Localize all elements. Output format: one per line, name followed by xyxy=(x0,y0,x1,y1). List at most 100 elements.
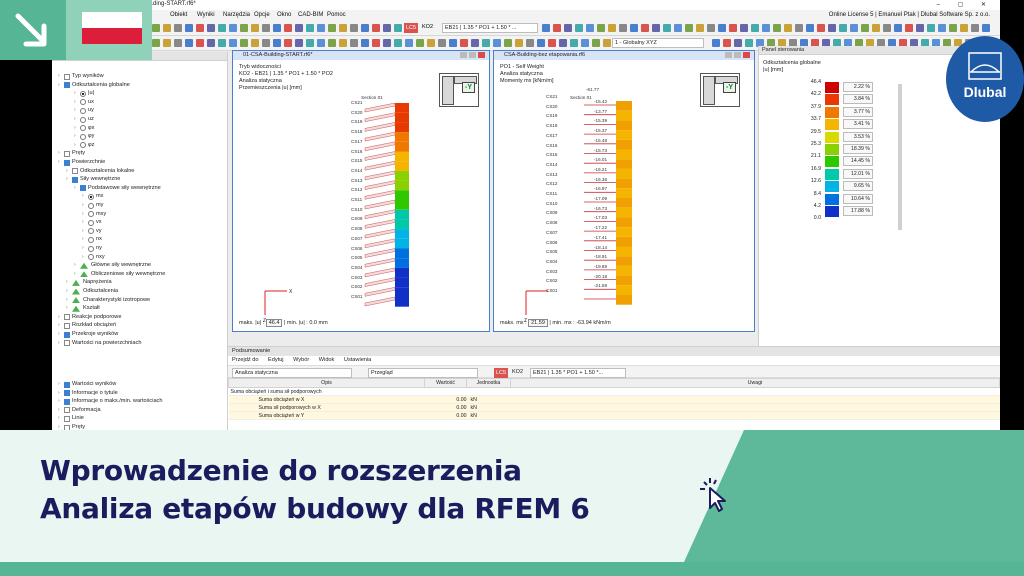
toolbar-button[interactable] xyxy=(723,39,731,47)
toolbar-button[interactable] xyxy=(718,24,726,32)
toolbar-button[interactable] xyxy=(861,24,869,32)
toolbar-button[interactable] xyxy=(207,24,215,32)
load-combo-select[interactable]: EB21 | 1.35 * PO1 + 1.50 * ... xyxy=(442,23,538,33)
checkbox[interactable] xyxy=(64,82,70,89)
window-caption[interactable]: 01-CSA-Building-START.rf6* xyxy=(233,51,489,60)
radio-button[interactable] xyxy=(80,90,86,97)
load-case-tag[interactable]: LC5 xyxy=(404,23,419,33)
summary-menu-settings[interactable]: Ustawienia xyxy=(344,357,371,363)
window-controls[interactable]: – ▢ ✕ xyxy=(937,1,994,8)
toolbar-button[interactable] xyxy=(526,39,534,47)
toolbar-button[interactable] xyxy=(773,24,781,32)
toolbar-button[interactable] xyxy=(229,39,237,47)
summary-menu-select[interactable]: Wybór xyxy=(293,357,309,363)
toolbar-button[interactable] xyxy=(174,24,182,32)
summary-combo-select[interactable]: EB21 | 1.35 * PO1 + 1.50 *... xyxy=(530,368,626,378)
toolbar-button[interactable] xyxy=(229,24,237,32)
toolbar-button[interactable] xyxy=(559,39,567,47)
toolbar-button[interactable] xyxy=(745,39,753,47)
toolbar-button[interactable] xyxy=(328,24,336,32)
menu-obiekt[interactable]: Obiekt xyxy=(170,12,187,18)
toolbar-button[interactable] xyxy=(284,24,292,32)
toolbar-button[interactable] xyxy=(262,39,270,47)
radio-button[interactable] xyxy=(80,133,86,140)
analysis-type-select[interactable]: Analiza statyczna xyxy=(232,368,352,378)
toolbar-button[interactable] xyxy=(740,24,748,32)
result-window-deformation[interactable]: 01-CSA-Building-START.rf6* Tryb widoczno… xyxy=(232,50,490,332)
close-icon[interactable] xyxy=(743,52,750,58)
toolbar-button[interactable] xyxy=(553,24,561,32)
checkbox[interactable] xyxy=(64,159,70,166)
toolbar-button[interactable] xyxy=(982,24,990,32)
radio-button[interactable] xyxy=(88,228,94,235)
checkbox[interactable] xyxy=(64,314,70,321)
radio-button[interactable] xyxy=(88,236,94,243)
radio-button[interactable] xyxy=(80,99,86,106)
toolbar-button[interactable] xyxy=(828,24,836,32)
checkbox[interactable] xyxy=(72,176,78,183)
checkbox[interactable] xyxy=(64,331,70,338)
toolbar-button[interactable] xyxy=(850,24,858,32)
toolbar-button[interactable] xyxy=(449,39,457,47)
menu-cad-bim[interactable]: CAD-BIM xyxy=(298,12,323,18)
toolbar-button[interactable] xyxy=(207,39,215,47)
checkbox[interactable] xyxy=(64,415,70,422)
toolbar-button[interactable] xyxy=(273,24,281,32)
minimize-icon[interactable] xyxy=(460,52,467,58)
toolbar-button[interactable] xyxy=(317,39,325,47)
toolbar-button[interactable] xyxy=(185,24,193,32)
checkbox[interactable] xyxy=(64,398,70,405)
toolbar-button[interactable] xyxy=(350,39,358,47)
toolbar-button[interactable] xyxy=(328,39,336,47)
toolbar-button[interactable] xyxy=(218,39,226,47)
checkbox[interactable] xyxy=(64,407,70,414)
maximize-icon[interactable] xyxy=(734,52,741,58)
toolbar-button[interactable] xyxy=(196,24,204,32)
toolbar-button[interactable] xyxy=(361,24,369,32)
summary-menu-goto[interactable]: Przejdź do xyxy=(232,357,258,363)
toolbar-button[interactable] xyxy=(394,39,402,47)
checkbox[interactable] xyxy=(72,168,78,175)
menu-wyniki[interactable]: Wyniki xyxy=(197,12,215,18)
toolbar-button[interactable] xyxy=(152,39,160,47)
toolbar-button[interactable] xyxy=(174,39,182,47)
radio-button[interactable] xyxy=(80,107,86,114)
menu-okno[interactable]: Okno xyxy=(277,12,291,18)
toolbar-button[interactable] xyxy=(685,24,693,32)
toolbar-button[interactable] xyxy=(872,24,880,32)
radio-button[interactable] xyxy=(88,193,94,200)
menu-narzedzia[interactable]: Narzędzia xyxy=(223,12,250,18)
toolbar-button[interactable] xyxy=(712,39,720,47)
summary-load-tag[interactable]: LC5 xyxy=(494,368,509,378)
checkbox[interactable] xyxy=(64,381,70,388)
toolbar-button[interactable] xyxy=(674,24,682,32)
toolbar-button[interactable] xyxy=(295,24,303,32)
legend-slider[interactable] xyxy=(898,84,902,230)
toolbar-button[interactable] xyxy=(971,24,979,32)
view-cube[interactable]: -Y xyxy=(700,73,740,107)
toolbar-button[interactable] xyxy=(295,39,303,47)
toolbar-button[interactable] xyxy=(339,24,347,32)
toolbar-button[interactable] xyxy=(185,39,193,47)
toolbar-button[interactable] xyxy=(383,39,391,47)
toolbar-button[interactable] xyxy=(949,24,957,32)
coordinate-system-select[interactable]: 1 - Globalny XYZ xyxy=(612,38,704,48)
toolbar-button[interactable] xyxy=(504,39,512,47)
table-row[interactable]: Suma obciążeń w X 0.00 kN xyxy=(228,395,1000,404)
toolbar-button[interactable] xyxy=(894,24,902,32)
toolbar-button[interactable] xyxy=(960,24,968,32)
toolbar-button[interactable] xyxy=(762,24,770,32)
radio-button[interactable] xyxy=(88,245,94,252)
toolbar-button[interactable] xyxy=(916,24,924,32)
radio-button[interactable] xyxy=(88,202,94,209)
toolbar-button[interactable] xyxy=(163,39,171,47)
summary-menu-edit[interactable]: Edytuj xyxy=(268,357,284,363)
toolbar-button[interactable] xyxy=(608,24,616,32)
checkbox[interactable] xyxy=(64,390,70,397)
toolbar-button[interactable] xyxy=(372,39,380,47)
toolbar-button[interactable] xyxy=(361,39,369,47)
toolbar-button[interactable] xyxy=(597,24,605,32)
toolbar-button[interactable] xyxy=(306,39,314,47)
toolbar-button[interactable] xyxy=(734,39,742,47)
toolbar-button[interactable] xyxy=(460,39,468,47)
